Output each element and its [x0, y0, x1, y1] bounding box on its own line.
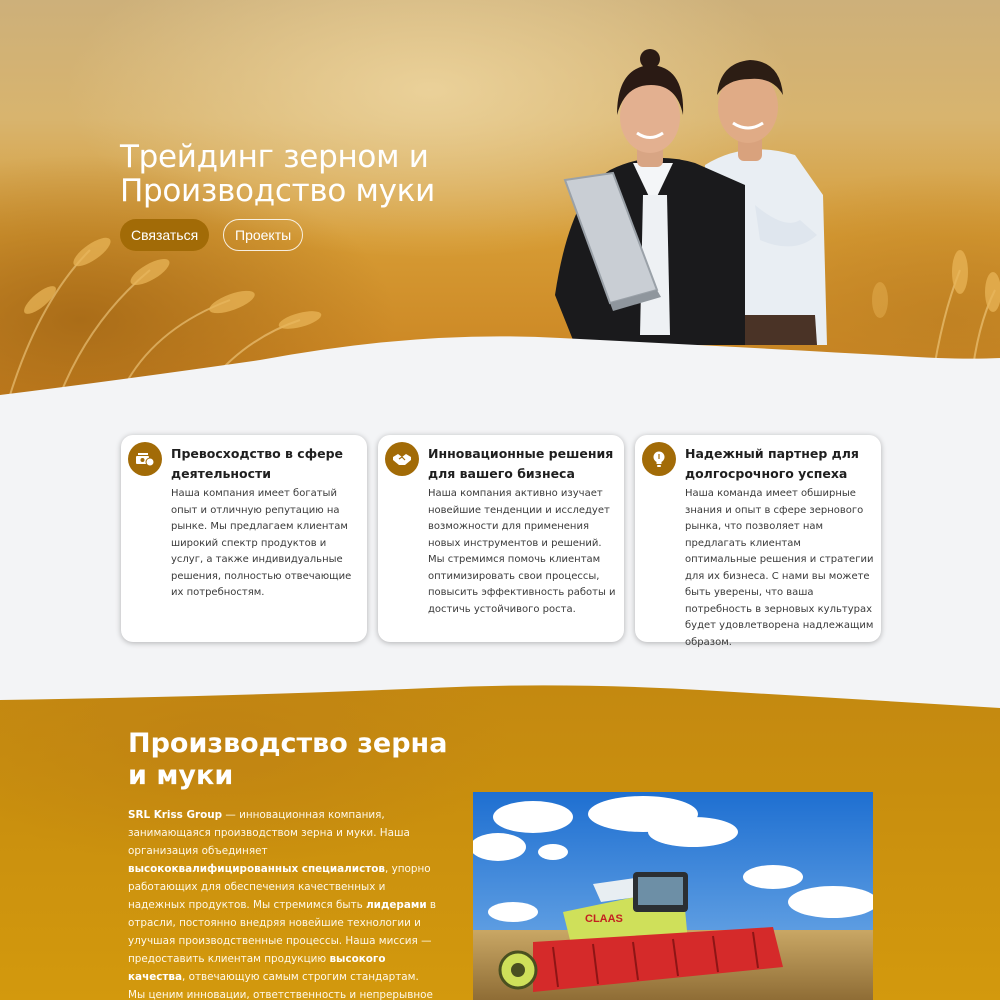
contact-button[interactable]: Связаться — [120, 219, 210, 251]
feature-card-partner: Надежный партнер для долгосрочного успех… — [635, 435, 881, 648]
feature-card-excellence: Превосходство в сфере деятельности Наша … — [121, 435, 367, 642]
woman-figure — [555, 49, 745, 345]
hero-title: Трейдинг зерном и Производство муки — [120, 139, 435, 209]
combine-harvester-photo: CLAAS — [473, 792, 873, 1000]
feature-title: Надежный партнер для долгосрочного успех… — [685, 446, 859, 481]
feature-text: Наша компания имеет богатый опыт и отлич… — [171, 488, 352, 598]
money-icon — [128, 442, 162, 476]
feature-card-innovation: Инновационные решения для вашего бизнеса… — [378, 435, 624, 642]
production-wave-divider — [0, 670, 1000, 708]
handshake-icon — [385, 442, 419, 476]
production-section: Производство зерна и муки SRL Kriss Grou… — [0, 670, 1000, 1000]
production-paragraph: SRL Kriss Group — инновационная компания… — [128, 809, 437, 1000]
feature-title: Инновационные решения для вашего бизнеса — [428, 446, 614, 481]
feature-title: Превосходство в сфере деятельности — [171, 446, 344, 481]
business-people-photo — [555, 49, 827, 345]
lightbulb-icon — [642, 442, 676, 476]
projects-button[interactable]: Проекты — [223, 219, 304, 251]
feature-text: Наша компания активно изучает новейшие т… — [428, 488, 616, 615]
claas-logo-text: CLAAS — [585, 913, 623, 925]
production-title: Производство зерна и муки — [128, 728, 448, 791]
company-name: SRL Kriss Group — [128, 809, 223, 821]
feature-text: Наша команда имеет обширные знания и опы… — [685, 488, 874, 648]
hero-wave-divider — [0, 336, 1000, 395]
hero-section: Трейдинг зерном и Производство муки Связ… — [0, 0, 1000, 395]
